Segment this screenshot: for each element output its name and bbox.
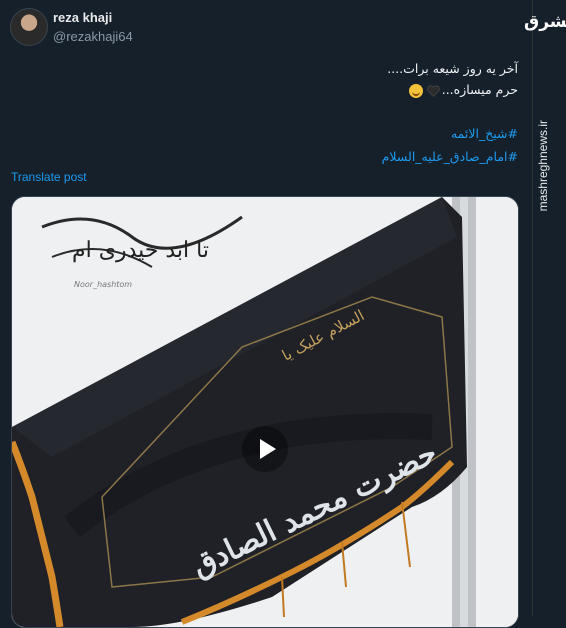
crying-face-icon: [408, 83, 423, 98]
overlay-credit: Noor_hashtom: [74, 280, 132, 289]
hashtag-link[interactable]: #شیخ_الائمه: [38, 122, 518, 145]
user-handle[interactable]: @rezakhaji64: [53, 29, 133, 44]
avatar[interactable]: [10, 8, 48, 46]
mashregh-logo: مشرق: [524, 12, 566, 32]
display-name[interactable]: reza khaji: [53, 10, 112, 25]
tweet-text-line-1: آخر یه روز شیعه برات....: [387, 61, 518, 76]
video-thumbnail[interactable]: حضرت محمد الصادق السلام علیک یا تا ابد ح…: [11, 196, 519, 628]
translate-post-link[interactable]: Translate post: [11, 170, 87, 184]
play-button[interactable]: [242, 426, 288, 472]
flag-image: حضرت محمد الصادق السلام علیک یا تا ابد ح…: [12, 197, 518, 627]
black-heart-icon: [426, 85, 440, 97]
column-divider: [532, 0, 533, 616]
hashtag-link[interactable]: #امام_صادق_علیه_السلام: [38, 145, 518, 168]
tweet: reza khaji @rezakhaji64 آخر یه روز شیعه …: [0, 0, 532, 628]
overlay-line: تا ابد حیدری ام: [72, 238, 209, 263]
tweet-text: آخر یه روز شیعه برات.... حرم میسازه...: [38, 58, 518, 100]
tweet-text-line-2: حرم میسازه...: [38, 79, 518, 100]
tweet-text-line-2-words: حرم میسازه...: [441, 82, 518, 97]
site-watermark: mashreghnews.ir: [536, 120, 550, 212]
hashtag-list: #شیخ_الائمه #امام_صادق_علیه_السلام: [38, 122, 518, 168]
